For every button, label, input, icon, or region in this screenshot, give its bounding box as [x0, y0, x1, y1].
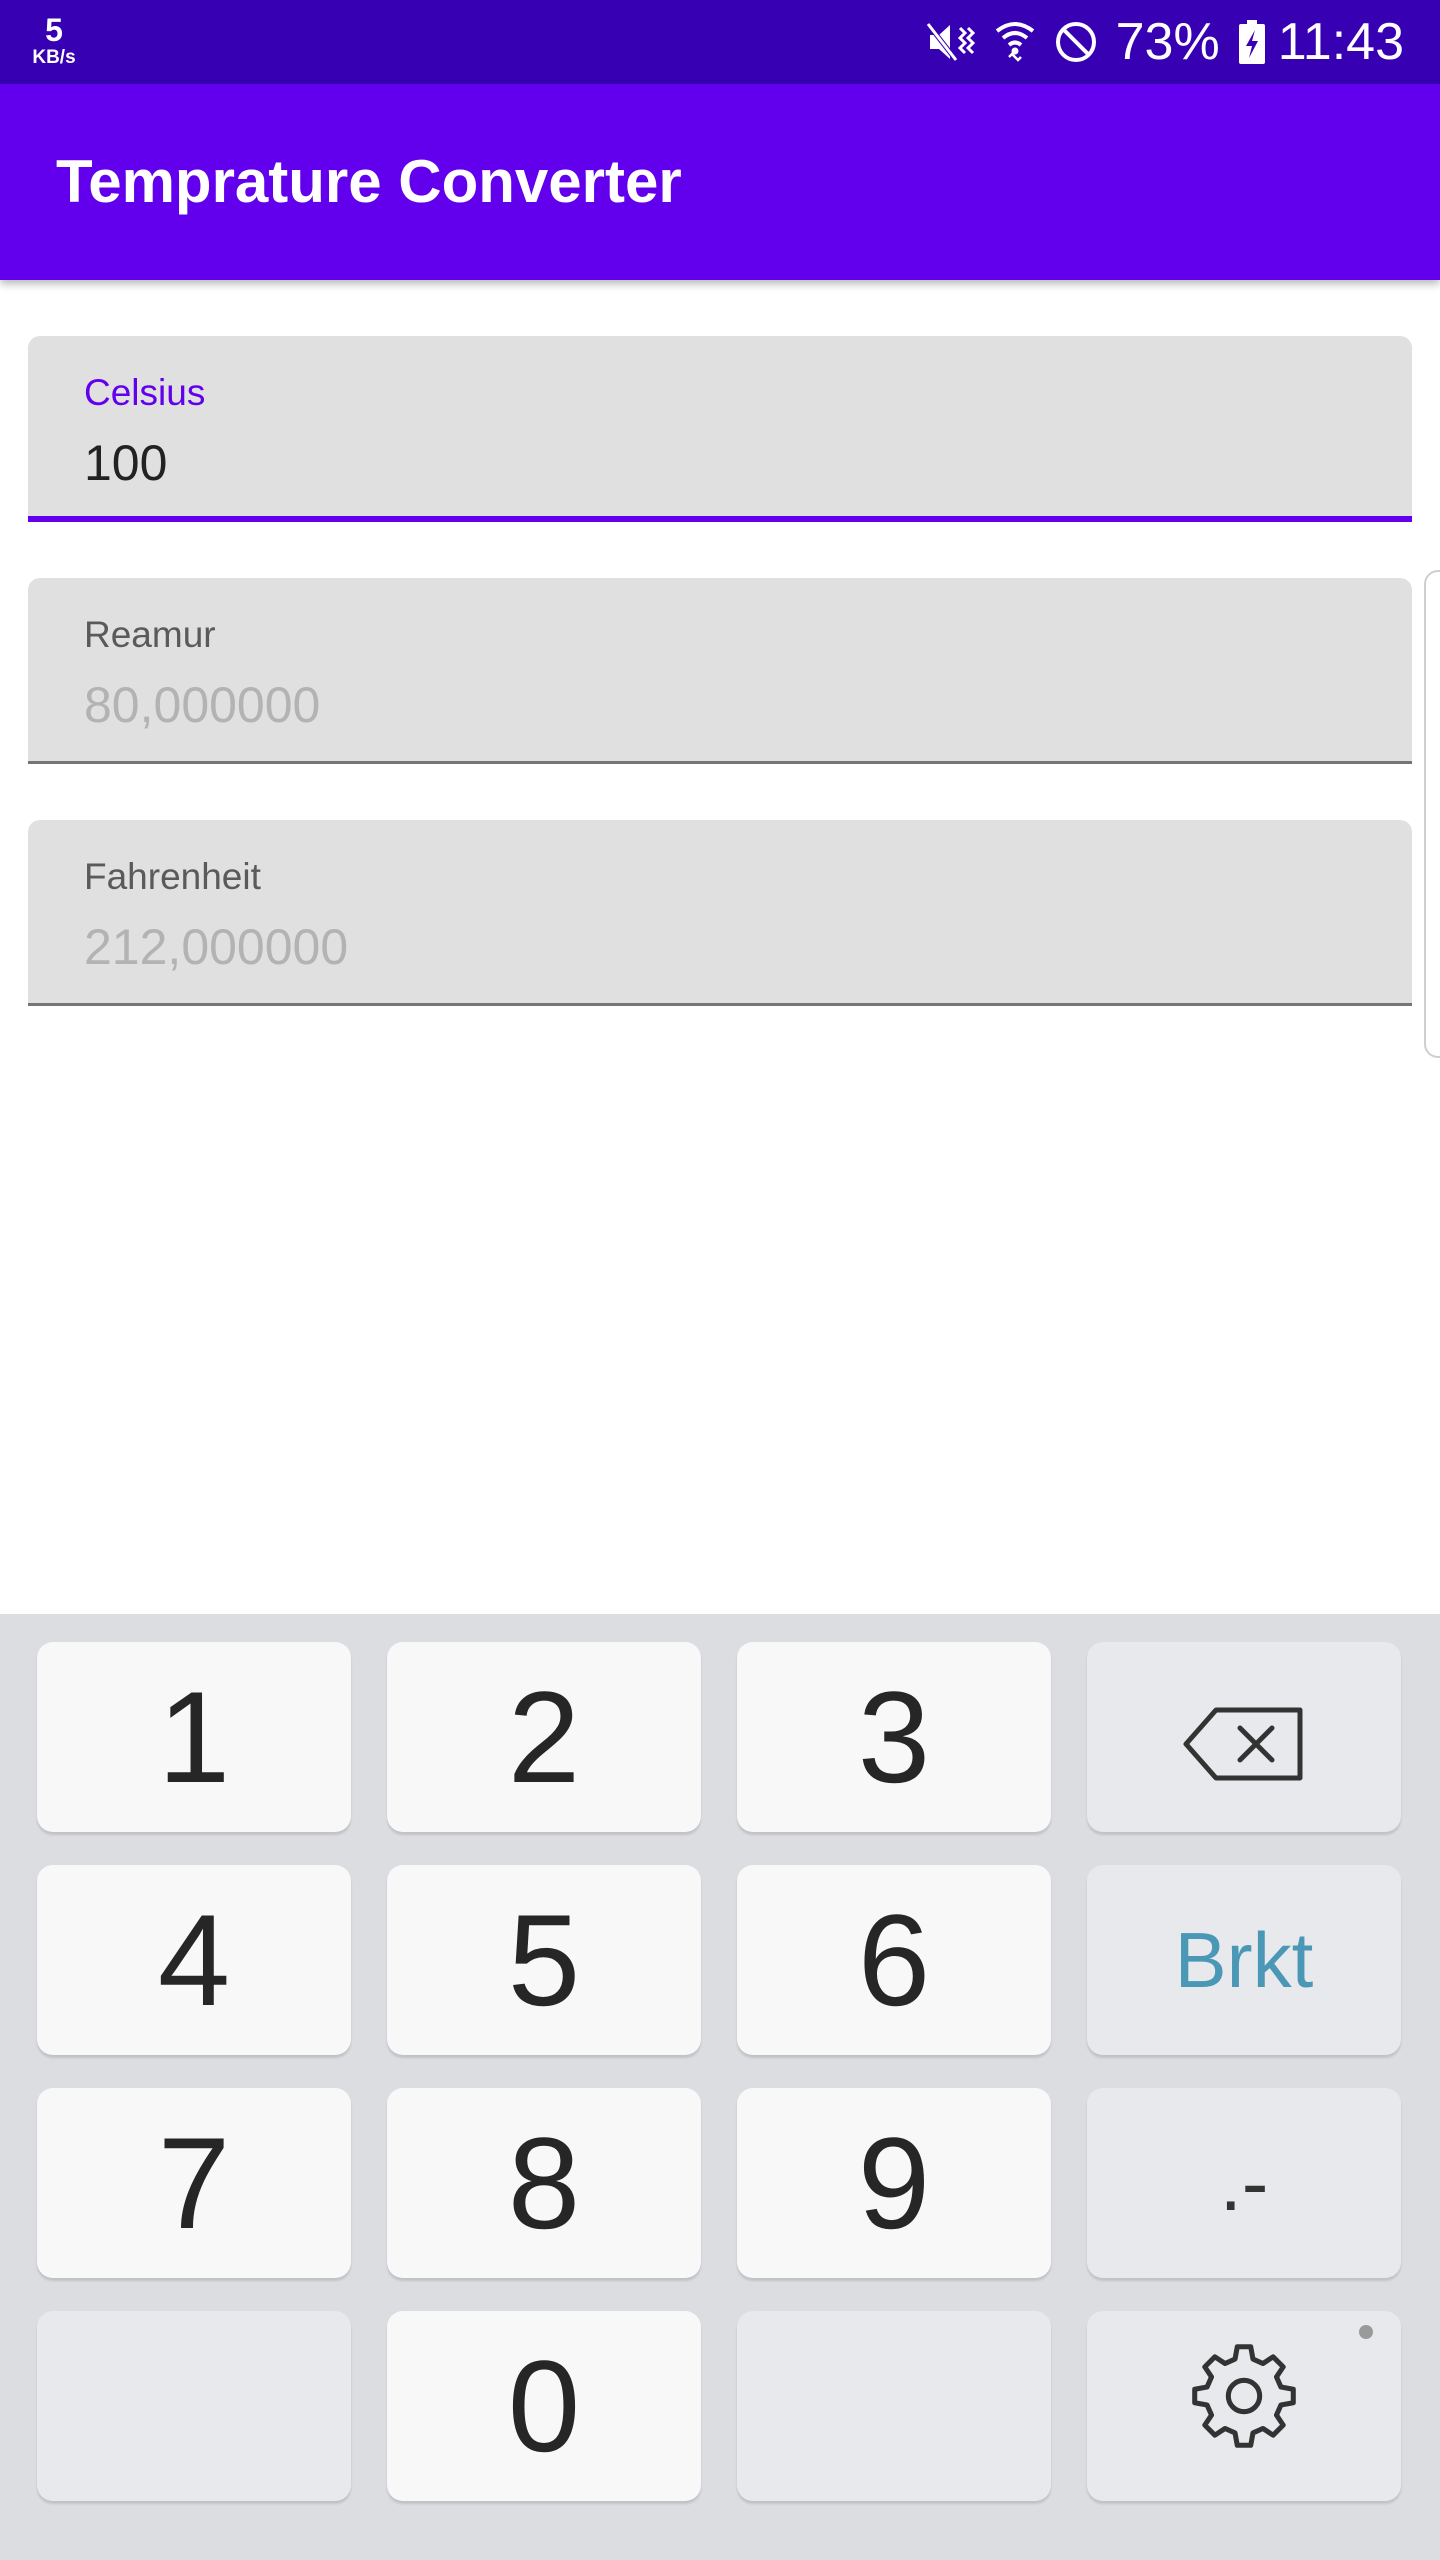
- backspace-key[interactable]: [1087, 1642, 1401, 1832]
- edge-panel-handle[interactable]: [1424, 570, 1440, 1058]
- mute-vibrate-icon: [925, 20, 976, 64]
- backspace-icon: [1182, 1672, 1306, 1802]
- battery-percent: 73%: [1115, 13, 1220, 71]
- numeric-keyboard: 1 2 3 4 5 6 Brkt 7 8 9 .- 0: [0, 1614, 1440, 2560]
- celsius-label: Celsius: [84, 372, 206, 413]
- network-speed: 5 KB/s: [24, 14, 84, 67]
- key-0[interactable]: 0: [387, 2311, 701, 2501]
- do-not-disturb-icon: [1054, 20, 1098, 64]
- settings-key[interactable]: [1087, 2311, 1401, 2501]
- celsius-underline: [28, 516, 1412, 522]
- key-7[interactable]: 7: [37, 2088, 351, 2278]
- gear-icon: [1188, 2340, 1300, 2472]
- settings-indicator-dot: [1359, 2325, 1373, 2339]
- blank-key-right[interactable]: [737, 2311, 1051, 2501]
- celsius-input[interactable]: 100: [84, 434, 167, 492]
- wifi-icon: [994, 19, 1036, 65]
- key-9[interactable]: 9: [737, 2088, 1051, 2278]
- dot-minus-key[interactable]: .-: [1087, 2088, 1401, 2278]
- status-bar: 5 KB/s 73% 11:43: [0, 0, 1440, 84]
- key-4[interactable]: 4: [37, 1865, 351, 2055]
- key-6[interactable]: 6: [737, 1865, 1051, 2055]
- status-icons: 73% 11:43: [925, 0, 1404, 84]
- reamur-underline: [28, 761, 1412, 764]
- fahrenheit-label: Fahrenheit: [84, 856, 261, 897]
- fahrenheit-underline: [28, 1003, 1412, 1006]
- celsius-field[interactable]: Celsius 100: [28, 336, 1412, 522]
- bracket-key[interactable]: Brkt: [1087, 1865, 1401, 2055]
- key-5[interactable]: 5: [387, 1865, 701, 2055]
- fahrenheit-field[interactable]: Fahrenheit 212,000000: [28, 820, 1412, 1006]
- dot-minus-key-label: .-: [1219, 2138, 1269, 2227]
- blank-key-left[interactable]: [37, 2311, 351, 2501]
- network-speed-value: 5: [45, 12, 63, 48]
- key-3[interactable]: 3: [737, 1642, 1051, 1832]
- reamur-value[interactable]: 80,000000: [84, 676, 320, 734]
- network-speed-unit: KB/s: [32, 47, 76, 68]
- key-2[interactable]: 2: [387, 1642, 701, 1832]
- key-1[interactable]: 1: [37, 1642, 351, 1832]
- fahrenheit-value[interactable]: 212,000000: [84, 918, 348, 976]
- key-8[interactable]: 8: [387, 2088, 701, 2278]
- clock: 11:43: [1277, 13, 1404, 71]
- battery-charging-icon: [1238, 19, 1266, 65]
- reamur-field[interactable]: Reamur 80,000000: [28, 578, 1412, 764]
- app-title: Temprature Converter: [56, 148, 682, 215]
- app-bar: Temprature Converter: [0, 84, 1440, 280]
- bracket-key-label: Brkt: [1174, 1916, 1314, 2004]
- reamur-label: Reamur: [84, 614, 216, 655]
